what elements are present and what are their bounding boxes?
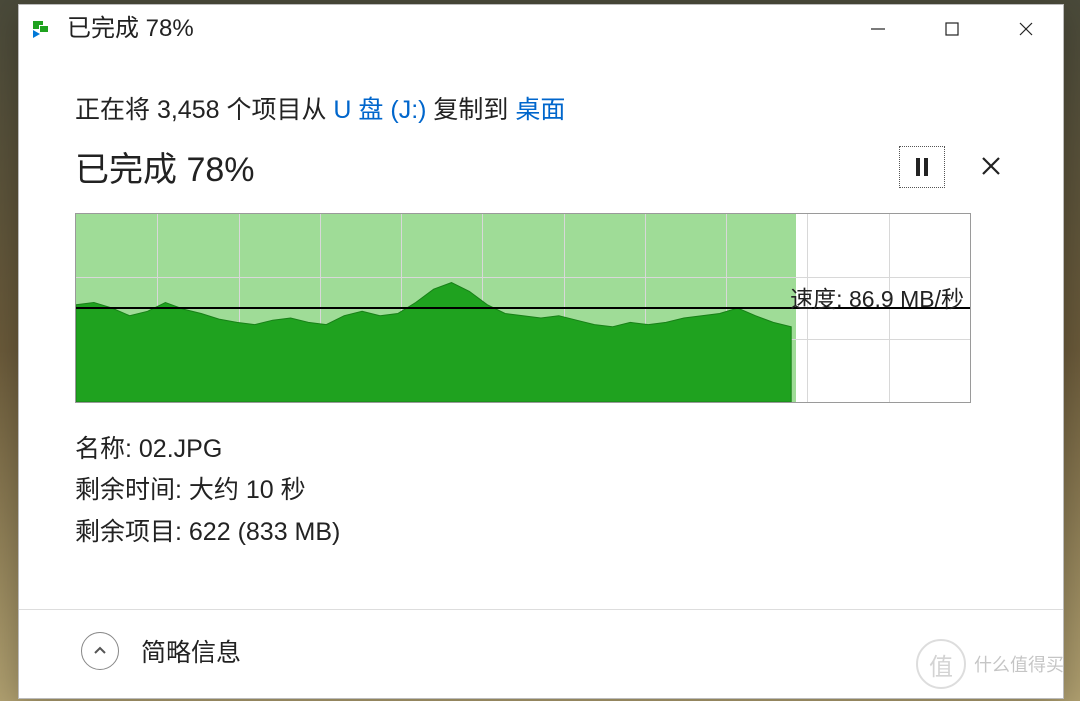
copy-progress-icon xyxy=(33,21,53,37)
cancel-button[interactable] xyxy=(973,147,1009,187)
progress-row: 已完成 78% xyxy=(75,142,1009,191)
pause-button[interactable] xyxy=(899,146,945,188)
detail-name-label: 名称: xyxy=(75,435,139,463)
copy-mid1: 个项目从 xyxy=(220,96,334,124)
window-title: 已完成 78% xyxy=(67,5,194,53)
window-controls xyxy=(841,5,1063,53)
chevron-up-icon xyxy=(92,643,108,659)
detail-name-value: 02.JPG xyxy=(139,435,222,463)
copy-mid2: 复制到 xyxy=(426,96,515,124)
copy-prefix: 正在将 xyxy=(75,96,157,124)
copy-description: 正在将 3,458 个项目从 U 盘 (J:) 复制到 桌面 xyxy=(75,93,1009,128)
minimize-button[interactable] xyxy=(841,5,915,53)
collapse-details-button[interactable] xyxy=(81,632,119,670)
collapse-details-label[interactable]: 简略信息 xyxy=(141,633,241,669)
transfer-details: 名称: 02.JPG 剩余时间: 大约 10 秒 剩余项目: 622 (833 … xyxy=(75,429,1009,553)
speed-label: 速度: 86.9 MB/秒 xyxy=(790,280,964,314)
detail-time-row: 剩余时间: 大约 10 秒 xyxy=(75,470,1009,511)
progress-text: 已完成 78% xyxy=(75,142,255,191)
source-link[interactable]: U 盘 (J:) xyxy=(333,96,426,124)
close-icon xyxy=(1017,20,1035,38)
destination-link[interactable]: 桌面 xyxy=(515,96,565,124)
detail-items-row: 剩余项目: 622 (833 MB) xyxy=(75,512,1009,553)
watermark-icon: 值 xyxy=(916,639,966,689)
dialog-body: 正在将 3,458 个项目从 U 盘 (J:) 复制到 桌面 已完成 78% 速… xyxy=(19,53,1063,553)
file-copy-dialog: 已完成 78% 正在将 3,458 个项目从 U 盘 (J:) 复制到 桌面 已… xyxy=(18,4,1064,699)
detail-items-label: 剩余项目: xyxy=(75,518,189,546)
cancel-icon xyxy=(979,154,1003,178)
pause-icon xyxy=(916,158,920,176)
detail-items-value: 622 (833 MB) xyxy=(189,518,340,546)
detail-time-label: 剩余时间: xyxy=(75,476,189,504)
detail-time-value: 大约 10 秒 xyxy=(189,476,306,504)
minimize-icon xyxy=(869,20,887,38)
watermark: 值 什么值得买 xyxy=(916,639,1064,689)
maximize-button[interactable] xyxy=(915,5,989,53)
pause-icon xyxy=(924,158,928,176)
watermark-text: 什么值得买 xyxy=(974,651,1064,677)
dialog-footer: 简略信息 xyxy=(19,609,1063,698)
copy-item-count: 3,458 xyxy=(157,96,220,124)
speed-chart: 速度: 86.9 MB/秒 xyxy=(75,213,971,403)
titlebar: 已完成 78% xyxy=(19,5,1063,53)
maximize-icon xyxy=(943,20,961,38)
detail-name-row: 名称: 02.JPG xyxy=(75,429,1009,470)
close-window-button[interactable] xyxy=(989,5,1063,53)
